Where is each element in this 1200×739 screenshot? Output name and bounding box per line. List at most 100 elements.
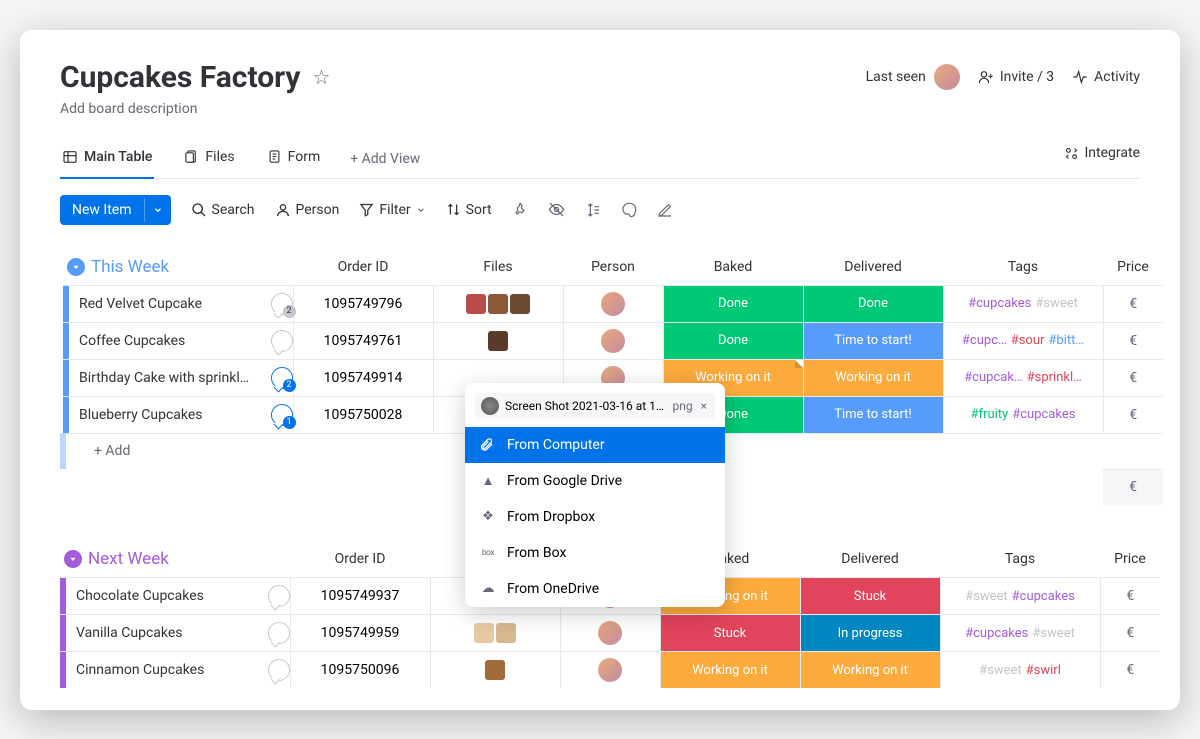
filter-button[interactable]: Filter — [359, 202, 425, 218]
chat-icon[interactable] — [268, 659, 290, 681]
tag[interactable]: #cupcakes — [1012, 589, 1075, 604]
new-item-button[interactable]: New Item — [60, 195, 171, 225]
price-cell[interactable]: € — [1100, 578, 1160, 615]
column-header[interactable]: Person — [563, 249, 663, 286]
status-delivered[interactable]: Stuck — [800, 578, 940, 615]
upload-option-onedrive[interactable]: ☁From OneDrive — [465, 571, 725, 607]
tag[interactable]: #sprinkl… — [1027, 370, 1082, 385]
group-title[interactable]: This Week — [91, 257, 169, 277]
order-id-cell[interactable]: 1095749761 — [293, 322, 433, 359]
item-name[interactable]: Cinnamon Cupcakes — [76, 662, 260, 678]
tag[interactable]: #cupcakes — [968, 296, 1031, 311]
status-baked[interactable]: Stuck — [660, 615, 800, 652]
eye-off-icon[interactable] — [548, 201, 565, 218]
chat-icon[interactable]: 2 — [271, 293, 293, 315]
file-thumb[interactable] — [510, 294, 530, 314]
person-cell[interactable] — [563, 285, 663, 322]
tag[interactable]: #cupc… — [962, 333, 1007, 348]
upload-option-gdrive[interactable]: ▲From Google Drive — [465, 463, 725, 499]
status-delivered[interactable]: Time to start! — [803, 322, 943, 359]
tag[interactable]: #cupcakes — [965, 626, 1028, 641]
avatar[interactable] — [598, 621, 622, 645]
tag[interactable]: #fruity — [971, 407, 1009, 422]
tag[interactable]: #swirl — [1026, 663, 1061, 678]
tag[interactable]: #sweet — [965, 589, 1008, 604]
order-id-cell[interactable]: 1095750028 — [293, 396, 433, 433]
price-cell[interactable]: € — [1103, 359, 1163, 396]
item-name[interactable]: Vanilla Cupcakes — [76, 625, 260, 641]
chat-icon[interactable]: 2 — [271, 367, 293, 389]
avatar[interactable] — [934, 64, 960, 90]
item-name[interactable]: Birthday Cake with sprinkl… — [79, 370, 263, 386]
column-header[interactable]: Baked — [663, 249, 803, 286]
board-title[interactable]: Cupcakes Factory — [60, 60, 301, 95]
column-header[interactable]: Tags — [943, 249, 1103, 286]
chat-icon[interactable] — [268, 622, 290, 644]
tags-cell[interactable]: #sweet #swirl — [940, 652, 1100, 689]
item-name[interactable]: Blueberry Cupcakes — [79, 407, 263, 423]
order-id-cell[interactable]: 1095749914 — [293, 359, 433, 396]
collapse-icon[interactable] — [67, 258, 85, 276]
tags-cell[interactable]: #cupcakes#sweet — [943, 285, 1103, 322]
chat-icon[interactable] — [268, 585, 290, 607]
status-delivered[interactable]: Done — [803, 285, 943, 322]
files-cell[interactable] — [430, 615, 560, 652]
file-thumb[interactable] — [485, 660, 505, 680]
order-id-cell[interactable]: 1095749796 — [293, 285, 433, 322]
collapse-icon[interactable] — [64, 550, 82, 568]
person-cell[interactable] — [563, 322, 663, 359]
status-baked[interactable]: Done — [663, 322, 803, 359]
tag[interactable]: #cupcak… — [964, 370, 1022, 385]
search-button[interactable]: Search — [191, 202, 255, 218]
avatar[interactable] — [598, 658, 622, 682]
person-cell[interactable] — [560, 615, 660, 652]
avatar[interactable] — [601, 329, 625, 353]
order-id-cell[interactable]: 1095749937 — [290, 578, 430, 615]
file-thumb[interactable] — [488, 294, 508, 314]
edit-icon[interactable] — [657, 202, 673, 218]
column-header[interactable]: Tags — [940, 541, 1100, 578]
chevron-down-icon[interactable] — [144, 198, 171, 222]
invite-button[interactable]: Invite / 3 — [978, 69, 1054, 85]
status-baked[interactable]: Done — [663, 285, 803, 322]
tab-files[interactable]: Files — [182, 141, 236, 179]
file-thumb[interactable] — [496, 623, 516, 643]
tab-main-table[interactable]: Main Table — [60, 141, 154, 179]
close-icon[interactable]: × — [699, 399, 709, 413]
column-header[interactable]: Price — [1103, 249, 1163, 286]
row-height-icon[interactable] — [585, 202, 601, 218]
price-cell[interactable]: € — [1103, 285, 1163, 322]
sort-button[interactable]: Sort — [446, 202, 492, 218]
tags-cell[interactable]: #cupc…#sour#bitt… — [943, 322, 1103, 359]
column-header[interactable]: Files — [433, 249, 563, 286]
item-name[interactable]: Coffee Cupcakes — [79, 333, 263, 349]
upload-option-box[interactable]: boxFrom Box — [465, 535, 725, 571]
status-delivered[interactable]: Working on it — [803, 359, 943, 396]
files-cell[interactable] — [433, 285, 563, 322]
price-cell[interactable]: € — [1103, 396, 1163, 433]
upload-option-dropbox[interactable]: ❖From Dropbox — [465, 499, 725, 535]
item-name[interactable]: Red Velvet Cupcake — [79, 296, 263, 312]
tags-cell[interactable]: #cupcak… #sprinkl… — [943, 359, 1103, 396]
status-delivered[interactable]: Working on it — [800, 652, 940, 689]
group-title[interactable]: Next Week — [88, 549, 169, 569]
board-description[interactable]: Add board description — [60, 101, 1140, 117]
item-name[interactable]: Chocolate Cupcakes — [76, 588, 260, 604]
price-cell[interactable]: € — [1100, 652, 1160, 689]
files-cell[interactable] — [430, 652, 560, 689]
column-header[interactable]: Delivered — [803, 249, 943, 286]
column-header[interactable]: Price — [1100, 541, 1160, 578]
person-filter-button[interactable]: Person — [275, 202, 340, 218]
tags-cell[interactable]: #sweet #cupcakes — [940, 578, 1100, 615]
price-cell[interactable]: € — [1103, 322, 1163, 359]
column-header[interactable]: Order ID — [290, 541, 430, 578]
files-cell[interactable] — [433, 322, 563, 359]
order-id-cell[interactable]: 1095750096 — [290, 652, 430, 689]
tag[interactable]: #sweet — [979, 663, 1022, 678]
order-id-cell[interactable]: 1095749959 — [290, 615, 430, 652]
avatar[interactable] — [601, 292, 625, 316]
file-thumb[interactable] — [466, 294, 486, 314]
add-view-button[interactable]: + Add View — [350, 151, 420, 167]
column-header[interactable]: Order ID — [293, 249, 433, 286]
tag[interactable]: #sweet — [1032, 626, 1075, 641]
